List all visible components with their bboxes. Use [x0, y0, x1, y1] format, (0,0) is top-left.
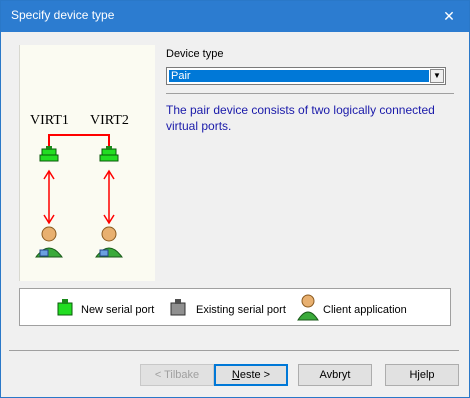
- chevron-down-icon[interactable]: ▼: [430, 69, 444, 83]
- legend-client-app-label: Client application: [323, 304, 407, 316]
- legend-new-port-label: New serial port: [81, 304, 155, 316]
- new-serial-port-icon: [99, 146, 119, 162]
- existing-serial-port-icon: [170, 299, 186, 316]
- help-button[interactable]: Hjelp: [385, 364, 459, 386]
- device-diagram: VIRT1 VIRT2: [19, 45, 155, 281]
- new-serial-port-icon: [39, 146, 59, 162]
- client-application-icon: [35, 226, 63, 258]
- pair-connection-line: [48, 134, 110, 149]
- link-arrow: [43, 169, 55, 225]
- legend-box: New serial port Existing serial port Cli…: [19, 288, 451, 326]
- title-bar: Specify device type ✕: [1, 1, 469, 32]
- legend-existing-port-label: Existing serial port: [196, 304, 286, 316]
- window-title: Specify device type: [11, 8, 115, 22]
- new-serial-port-icon: [57, 299, 73, 316]
- footer-divider: [9, 350, 459, 351]
- next-button[interactable]: Neste >: [214, 364, 288, 386]
- close-icon[interactable]: ✕: [429, 1, 469, 32]
- cancel-button[interactable]: Avbryt: [298, 364, 372, 386]
- device-type-label: Device type: [166, 48, 224, 60]
- device-description: The pair device consists of two logicall…: [166, 103, 435, 133]
- client-application-icon: [95, 226, 123, 258]
- next-button-label: este >: [239, 369, 271, 381]
- link-arrow: [103, 169, 115, 225]
- device-type-selected-value: Pair: [169, 70, 429, 82]
- back-button[interactable]: < Tilbake: [140, 364, 214, 386]
- diagram-graphic: [35, 134, 123, 258]
- device-type-select[interactable]: Pair ▼: [166, 67, 446, 85]
- section-divider: [166, 93, 454, 94]
- next-button-mnemonic: N: [231, 369, 240, 381]
- dialog-window: Specify device type ✕ VIRT1 VIRT2 Device…: [0, 0, 470, 398]
- client-application-icon: [297, 294, 319, 321]
